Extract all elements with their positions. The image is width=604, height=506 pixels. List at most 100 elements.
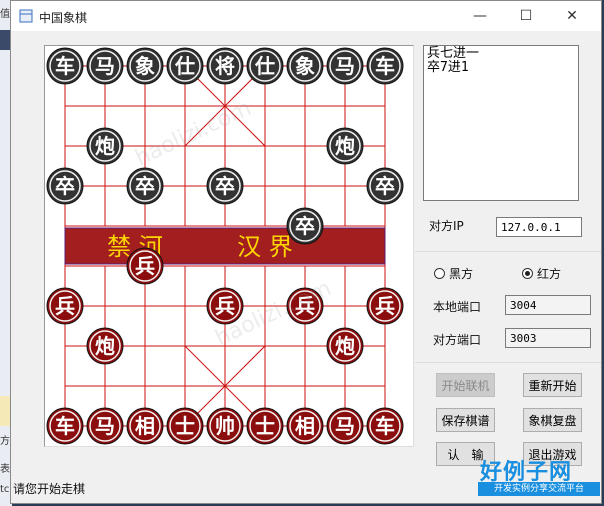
chess-piece[interactable]: 马 [326,407,364,445]
piece-label: 相 [295,414,315,438]
piece-label: 马 [95,54,115,78]
piece-label: 仕 [174,54,195,78]
black-side-radio[interactable]: 黑方 [434,265,473,282]
app-window: 中国象棋 — ☐ ✕ 禁 河汉 界车马象仕将仕象马车炮炮卒卒卒卒卒兵兵兵兵兵炮炮… [10,0,602,504]
background-text: 表 [0,464,10,475]
piece-label: 车 [55,54,75,78]
red-side-label: 红方 [537,267,562,281]
save-record-button[interactable]: 保存棋谱 [436,408,495,432]
chess-piece[interactable]: 车 [46,47,84,85]
chess-piece[interactable]: 卒 [126,167,164,205]
chess-piece[interactable]: 马 [86,47,124,85]
chess-board-frame: 禁 河汉 界车马象仕将仕象马车炮炮卒卒卒卒卒兵兵兵兵兵炮炮车马相士帅士相马车 [44,45,414,447]
minimize-button[interactable]: — [457,1,503,31]
local-port-label: 本地端口 [433,300,482,314]
red-side-radio[interactable]: 红方 [522,265,561,282]
logo-subtitle: 开发实例分享交流平台 [478,482,600,496]
chess-board[interactable]: 禁 河汉 界车马象仕将仕象马车炮 炮卒卒卒卒卒兵兵兵兵兵炮 炮车马相士帅士相马车 [45,46,413,446]
chess-piece[interactable]: 车 [46,407,84,445]
chess-piece[interactable]: 兵 [46,287,84,325]
chess-piece[interactable]: 相 [286,407,324,445]
piece-label: 兵 [215,294,235,318]
chess-piece[interactable]: 相 [126,407,164,445]
piece-label: 炮 [95,334,115,358]
background-text: 方 [0,436,10,447]
chess-piece[interactable]: 仕 [166,47,204,85]
radio-unchecked-icon [434,268,445,279]
river-text-right: 汉 界 [237,233,293,261]
piece-label: 将 [215,54,235,78]
site-logo: 好例子网 开发实例分享交流平台 [478,454,602,502]
piece-label: 炮 [95,134,115,158]
move-entry: 卒7进1 [427,60,469,75]
status-text: 请您开始走棋 [13,482,86,496]
restart-button[interactable]: 重新开始 [523,373,582,397]
chess-piece[interactable]: 马 [86,407,124,445]
remote-port-input[interactable]: 3003 [505,328,591,348]
move-history-list[interactable]: 兵七进一 卒7进1 [423,45,579,201]
piece-label: 车 [375,414,395,438]
chess-piece[interactable]: 炮 [326,327,364,365]
remote-port-label: 对方端口 [433,333,482,347]
piece-label: 车 [375,54,395,78]
piece-label: 卒 [135,174,155,198]
chess-piece[interactable]: 卒 [286,207,324,245]
piece-label: 卒 [375,174,395,198]
black-side-label: 黑方 [449,267,474,281]
replay-button[interactable]: 象棋复盘 [523,408,582,432]
piece-label: 卒 [215,174,235,198]
chess-piece[interactable]: 仕 [246,47,284,85]
chess-piece[interactable]: 马 [326,47,364,85]
chess-piece[interactable]: 车 [366,47,404,85]
piece-label: 马 [95,414,115,438]
chess-piece[interactable]: 炮 [86,327,124,365]
piece-label: 帅 [215,414,235,438]
piece-label: 象 [295,54,315,78]
piece-label: 兵 [135,254,155,278]
piece-label: 车 [55,414,75,438]
move-entry: 兵七进一 [427,46,480,61]
chess-piece[interactable]: 士 [246,407,284,445]
piece-label: 仕 [254,54,275,78]
piece-label: 卒 [55,174,75,198]
chess-piece[interactable]: 将 [206,47,244,85]
piece-label: 兵 [295,294,315,318]
chess-piece[interactable]: 兵 [206,287,244,325]
chess-piece[interactable]: 炮 [326,127,364,165]
chess-piece[interactable]: 兵 [286,287,324,325]
opponent-ip-input[interactable]: 127.0.0.1 [496,217,582,237]
chess-piece[interactable]: 象 [286,47,324,85]
chess-piece[interactable]: 兵 [126,247,164,285]
background-text: tc [0,484,10,495]
piece-label: 马 [335,414,355,438]
start-online-button[interactable]: 开始联机 [436,373,495,397]
piece-label: 相 [135,414,155,438]
chess-piece[interactable]: 卒 [206,167,244,205]
window-title: 中国象棋 [39,11,88,25]
piece-label: 兵 [55,294,75,318]
opponent-ip-label: 对方IP [429,219,464,233]
piece-label: 士 [175,414,195,438]
radio-checked-icon [522,268,533,279]
close-button[interactable]: ✕ [549,1,595,31]
maximize-button[interactable]: ☐ [503,1,549,31]
piece-label: 马 [335,54,355,78]
title-bar[interactable]: 中国象棋 — ☐ ✕ [11,1,601,31]
chess-piece[interactable]: 卒 [366,167,404,205]
chess-piece[interactable]: 卒 [46,167,84,205]
piece-label: 炮 [335,134,355,158]
piece-label: 士 [255,414,275,438]
chess-piece[interactable]: 车 [366,407,404,445]
chess-piece[interactable]: 士 [166,407,204,445]
piece-label: 象 [135,54,155,78]
chess-piece[interactable]: 象 [126,47,164,85]
chess-piece[interactable]: 炮 [86,127,124,165]
local-port-input[interactable]: 3004 [505,295,591,315]
piece-label: 卒 [295,214,315,238]
piece-label: 兵 [375,294,395,318]
app-icon [19,9,33,23]
chess-piece[interactable]: 帅 [206,407,244,445]
chess-piece[interactable]: 兵 [366,287,404,325]
background-text: 值 [0,9,10,20]
piece-label: 炮 [335,334,355,358]
